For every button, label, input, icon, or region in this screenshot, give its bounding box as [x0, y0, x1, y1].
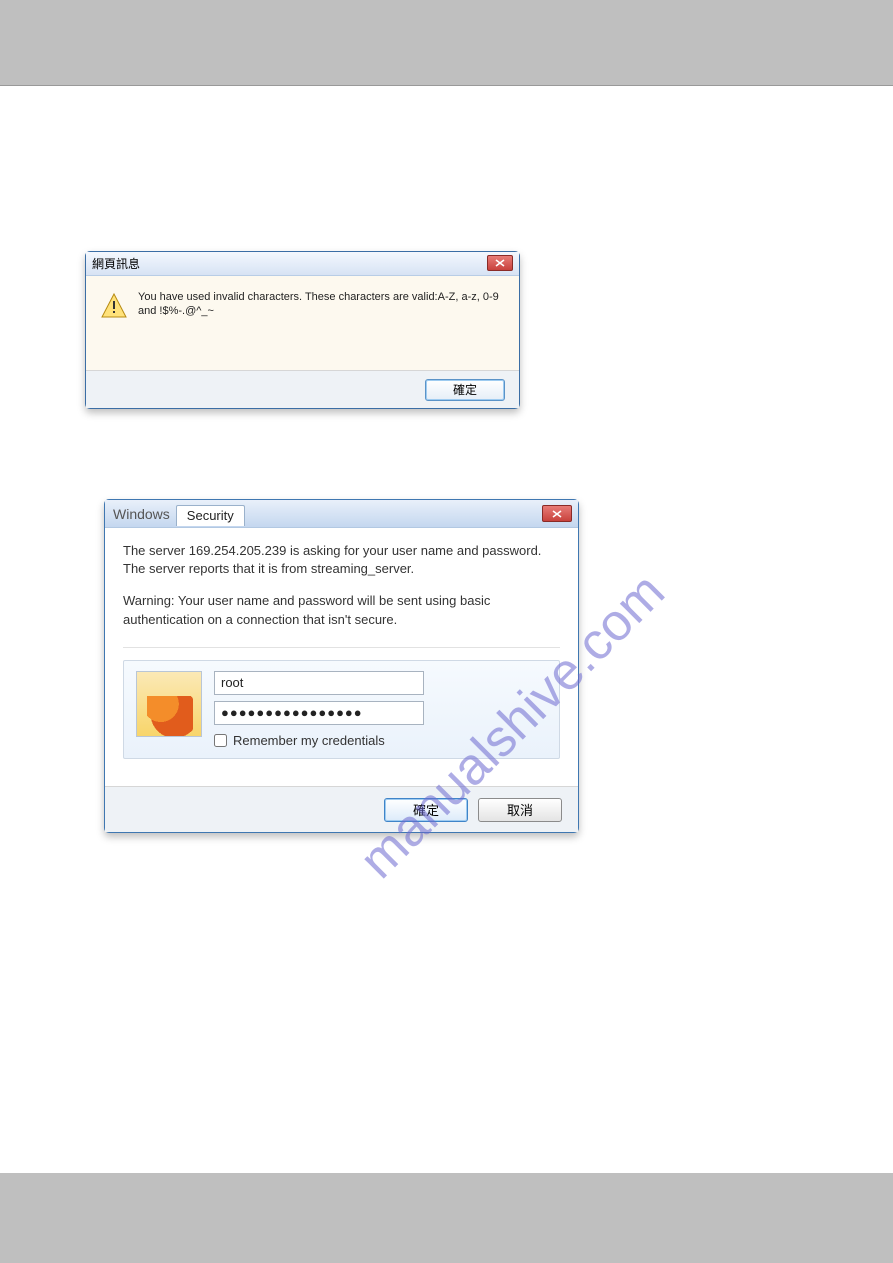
message-box-footer: 確定 [86, 370, 519, 408]
message-box-titlebar[interactable]: 網頁訊息 [86, 252, 519, 276]
credential-titlebar[interactable]: Windows Security [105, 500, 578, 528]
username-field[interactable] [214, 671, 424, 695]
close-icon[interactable] [487, 255, 513, 271]
divider [123, 647, 560, 648]
credential-title-tab: Security [176, 505, 245, 526]
page-footer-band [0, 1173, 893, 1263]
message-box-dialog: 網頁訊息 You have used invalid characters. T… [85, 251, 520, 409]
credential-paragraph-1: The server 169.254.205.239 is asking for… [123, 542, 560, 578]
user-avatar-icon [136, 671, 202, 737]
credential-dialog: Windows Security The server 169.254.205.… [104, 499, 579, 833]
credential-title-prefix: Windows [113, 506, 170, 522]
warning-icon [100, 292, 128, 320]
remember-checkbox-input[interactable] [214, 734, 227, 747]
remember-label: Remember my credentials [233, 733, 385, 748]
message-box-title: 網頁訊息 [92, 257, 140, 271]
credential-input-box: Remember my credentials [123, 660, 560, 759]
document-page: 網頁訊息 You have used invalid characters. T… [0, 85, 893, 1173]
message-box-body: You have used invalid characters. These … [86, 276, 519, 370]
credential-footer: 確定 取消 [105, 786, 578, 832]
cancel-button[interactable]: 取消 [478, 798, 562, 822]
credential-body: The server 169.254.205.239 is asking for… [105, 528, 578, 767]
password-field[interactable] [214, 701, 424, 725]
credential-fields: Remember my credentials [214, 671, 547, 748]
remember-credentials-checkbox[interactable]: Remember my credentials [214, 733, 547, 748]
credential-paragraph-2: Warning: Your user name and password wil… [123, 592, 560, 628]
ok-button[interactable]: 確定 [384, 798, 468, 822]
message-box-text: You have used invalid characters. These … [138, 290, 505, 370]
ok-button[interactable]: 確定 [425, 379, 505, 401]
page-header-band [0, 0, 893, 83]
close-icon[interactable] [542, 505, 572, 522]
